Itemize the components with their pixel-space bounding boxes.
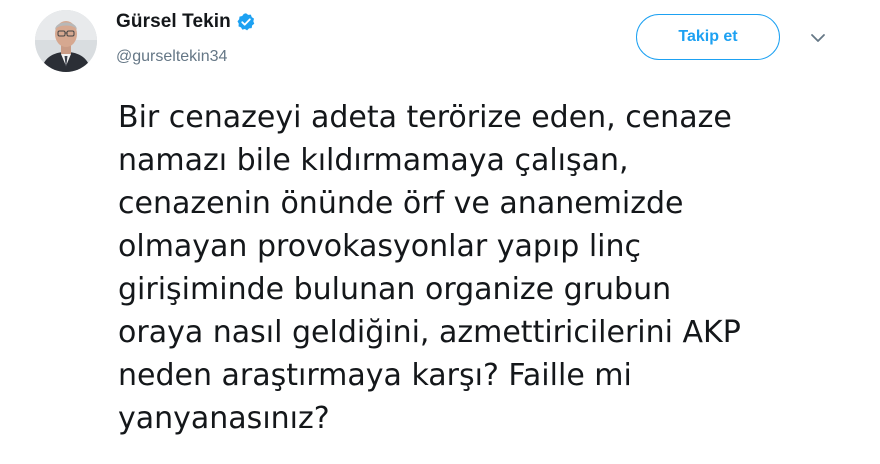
author-handle[interactable]: @gurseltekin34: [116, 48, 227, 66]
tweet-text-line: namazı bile kıldırmamaya çalışan,: [118, 143, 629, 178]
author-avatar[interactable]: [35, 10, 97, 72]
tweet-card: Gürsel Tekin @gurseltekin34 Takip et Bir…: [0, 0, 880, 464]
tweet-text-line: yanyanasınız?: [118, 401, 330, 436]
tweet-text-line: neden araştırmaya karşı? Faille mi: [118, 358, 632, 393]
tweet-text-line: olmayan provokasyonlar yapıp linç: [118, 229, 642, 264]
tweet-text-line: girişiminde bulunan organize grubun: [118, 272, 672, 307]
chevron-down-icon: [811, 34, 825, 42]
author-name-row[interactable]: Gürsel Tekin: [116, 10, 256, 34]
tweet-text-line: oraya nasıl geldiğini, azmettiricilerini…: [118, 315, 741, 350]
follow-button[interactable]: Takip et: [636, 14, 780, 60]
verified-badge-icon: [236, 12, 256, 32]
avatar-image: [35, 10, 97, 72]
tweet-text: Bir cenazeyi adeta terörize eden, cenaze…: [118, 96, 858, 440]
tweet-text-line: cenazenin önünde örf ve ananemizde: [118, 186, 684, 221]
author-display-name[interactable]: Gürsel Tekin: [116, 11, 231, 33]
tweet-text-line: Bir cenazeyi adeta terörize eden, cenaze: [118, 100, 732, 135]
more-options-button[interactable]: [806, 30, 830, 46]
